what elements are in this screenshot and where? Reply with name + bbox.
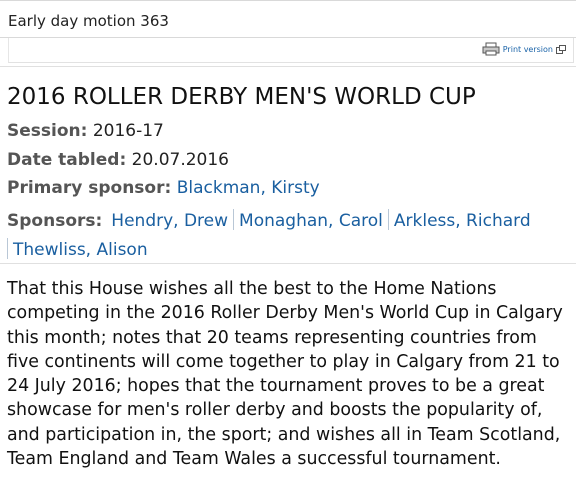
session-value: 2016-17	[92, 121, 164, 141]
printer-icon	[482, 42, 500, 56]
primary-sponsor-label: Primary sponsor:	[7, 178, 172, 198]
session-label: Session:	[7, 121, 88, 141]
sponsors-label: Sponsors:	[7, 211, 103, 231]
new-window-icon	[556, 44, 566, 54]
primary-sponsor-link[interactable]: Blackman, Kirsty	[177, 178, 320, 198]
motion-text: That this House wishes all the best to t…	[7, 279, 563, 470]
session-row: Session: 2016-17	[7, 121, 164, 141]
print-version-label: Print version	[502, 44, 553, 54]
sponsor-link[interactable]: Hendry, Drew	[111, 211, 228, 231]
primary-sponsor-row: Primary sponsor: Blackman, Kirsty	[7, 178, 320, 198]
header-bar: Early day motion 363	[0, 0, 576, 38]
page-header-title: Early day motion 363	[8, 12, 169, 30]
print-version-link[interactable]: Print version	[482, 42, 569, 56]
motion-details: 2016 ROLLER DERBY MEN'S WORLD CUP Sessio…	[0, 66, 576, 264]
sponsor-link[interactable]: Thewliss, Alison	[13, 240, 148, 260]
sponsor-separator	[233, 209, 235, 230]
sponsor-link[interactable]: Monaghan, Carol	[239, 211, 383, 231]
sponsor-link[interactable]: Arkless, Richard	[394, 211, 531, 231]
sponsor-separator	[7, 238, 8, 259]
date-tabled-label: Date tabled:	[7, 150, 127, 170]
motion-title: 2016 ROLLER DERBY MEN'S WORLD CUP	[7, 84, 476, 110]
sponsor-separator	[387, 209, 389, 230]
date-tabled-value: 20.07.2016	[131, 150, 229, 170]
date-tabled-row: Date tabled: 20.07.2016	[7, 150, 229, 170]
print-toolbar: Print version	[8, 38, 574, 63]
sponsors-row: Sponsors: Hendry, Drew Monaghan, Carol Arkl…	[7, 207, 567, 265]
